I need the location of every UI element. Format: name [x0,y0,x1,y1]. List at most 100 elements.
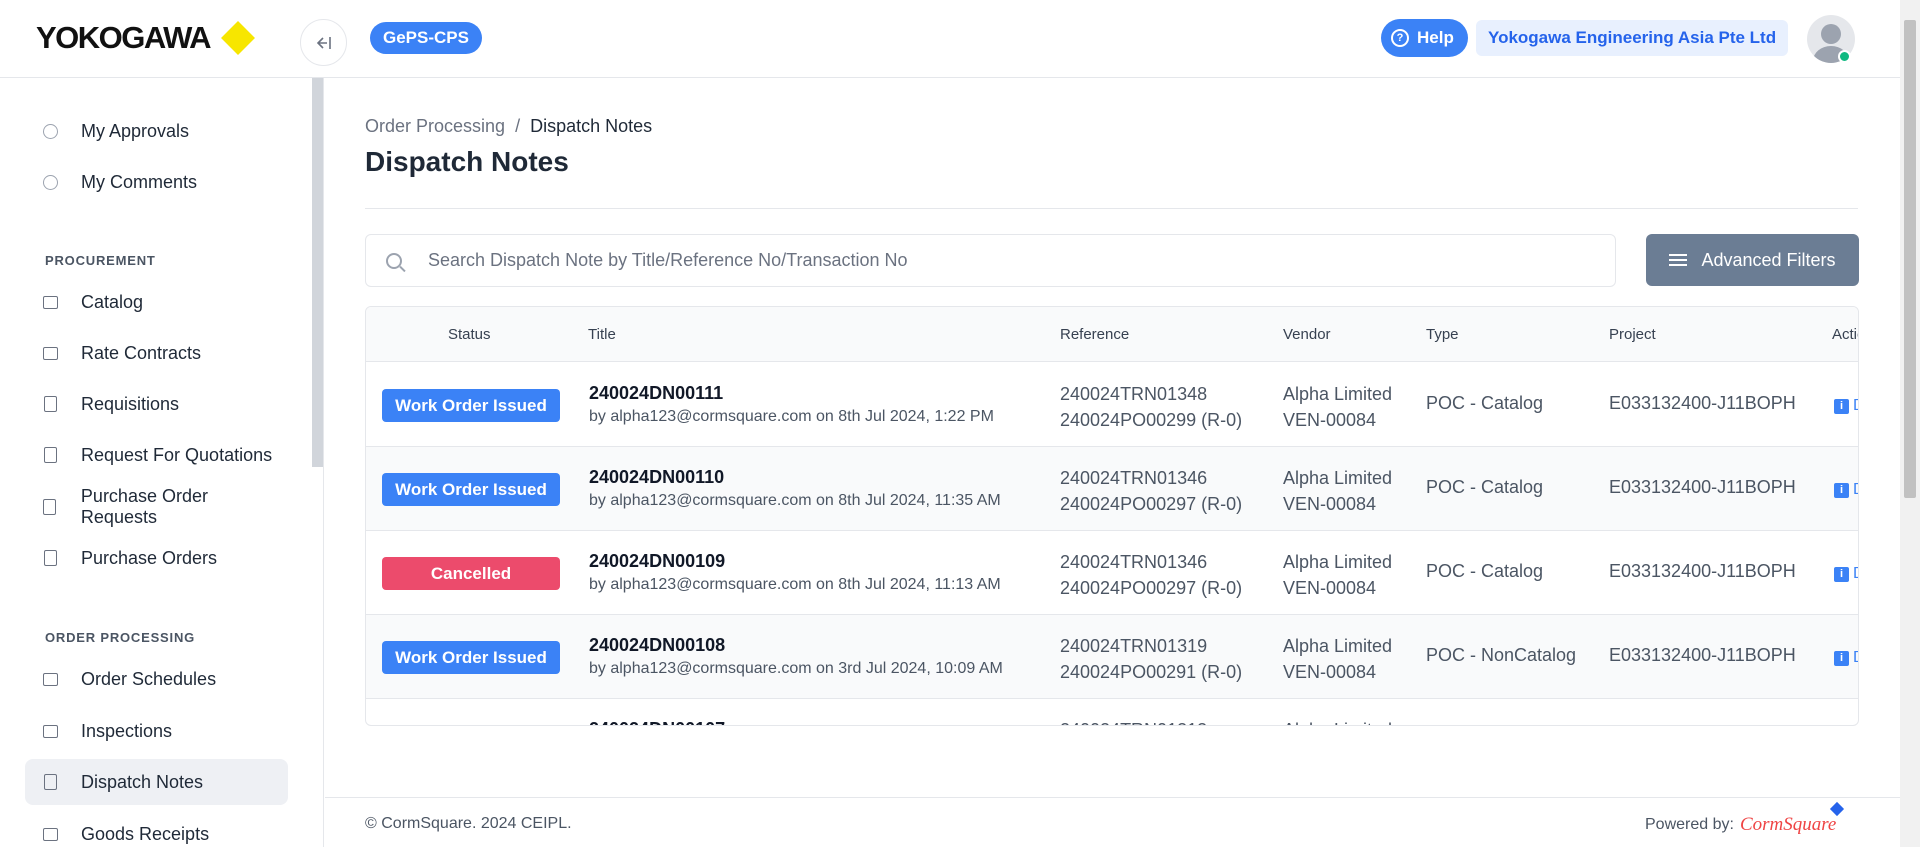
row-action-label: D [1853,565,1858,583]
table-row[interactable]: Work Order Issued240024DN00107by alpha12… [366,699,1858,725]
copyright-text: © CormSquare. 2024 CEIPL. [365,815,572,832]
app-badge[interactable]: GePS-CPS [370,22,482,54]
column-header-project[interactable]: Project [1609,326,1656,343]
row-title[interactable]: 240024DN00109 [589,551,725,572]
row-reference: 240024TRN01348 240024PO00299 (R-0) [1060,381,1242,433]
row-title[interactable]: 240024DN00110 [589,467,724,488]
sidebar-scrollbar[interactable] [312,78,323,467]
info-icon: i [1834,398,1849,414]
row-reference-transaction: 240024TRN01346 [1060,468,1208,488]
row-action-details[interactable]: iD [1834,481,1858,499]
table-row[interactable]: Work Order Issued 240024DN00110 by alpha12… [366,447,1858,531]
row-vendor-name: Alpha Limited [1283,468,1393,488]
row-type: POC - NonCatalog [1426,645,1577,665]
check-circle-icon [42,174,58,190]
row-reference: 240024TRN01346 240024PO00297 (R-0) [1060,549,1242,601]
row-vendor-code: VEN-00084 [1283,662,1377,682]
row-type: POC - Catalog [1426,561,1544,581]
sidebar-item-rate-contracts[interactable]: Rate Contracts [25,330,288,376]
main-content: Order Processing / Dispatch Notes Dispat… [325,78,1900,847]
breadcrumb-parent[interactable]: Order Processing [365,116,505,137]
column-header-status[interactable]: Status [448,326,491,343]
row-project: E033132400-J11BOPH [1609,477,1796,497]
row-reference-transaction: 240024TRN01348 [1060,384,1208,404]
row-action-details[interactable]: iD [1834,649,1858,667]
sidebar-item-my-comments[interactable]: My Comments [25,159,288,205]
sidebar-item-label: Goods Receipts [81,823,210,844]
sidebar-item-purchase-orders[interactable]: Purchase Orders [25,535,288,581]
advanced-filters-button[interactable]: Advanced Filters [1646,234,1859,286]
row-reference-transaction: 240024TRN01346 [1060,552,1208,572]
collapse-arrow-icon [316,36,331,49]
help-button[interactable]: ? Help [1381,19,1468,57]
sidebar-item-my-approvals[interactable]: My Approvals [25,108,288,154]
row-action-details[interactable]: iD [1834,565,1858,583]
sidebar-item-catalog[interactable]: Catalog [25,279,288,325]
page-title: Dispatch Notes [365,146,569,177]
chart-doc-icon [42,550,58,566]
row-reference: 240024TRN01346 240024PO00297 (R-0) [1060,465,1242,517]
row-vendor: Alpha Limited VEN-00084 [1283,381,1392,433]
info-icon: i [1834,566,1849,582]
company-selector[interactable]: Yokogawa Engineering Asia Pte Ltd [1476,20,1789,56]
row-reference-po: 240024PO00297 (R-0) [1060,578,1243,598]
row-project: E033132400-J11BOPH [1609,393,1796,413]
table-row[interactable]: Work Order Issued 240024DN00111 by alpha12… [366,363,1858,447]
row-reference: 240024TRN01313240024PO00290 (R-1) [1060,717,1242,725]
row-vendor: Alpha Limited VEN-00084 [1283,549,1392,601]
sidebar-item-request-for-quotations[interactable]: Request For Quotations [25,432,288,478]
page-scrollbar-thumb[interactable] [1904,20,1916,498]
sidebar-item-label: Purchase Orders [81,547,218,568]
online-status-dot [1838,50,1851,63]
row-project: E033132400-J11BOPH [1609,561,1796,581]
column-header-reference[interactable]: Reference [1060,326,1129,343]
row-title[interactable]: 240024DN00107 [589,719,725,725]
status-badge: Cancelled [382,557,560,590]
column-header-type[interactable]: Type [1426,326,1459,343]
column-header-vendor[interactable]: Vendor [1283,326,1331,343]
sidebar-item-label: Inspections [81,720,173,741]
row-title[interactable]: 240024DN00111 [589,383,723,404]
column-header-title[interactable]: Title [588,326,616,343]
collapse-sidebar-button[interactable] [300,19,347,66]
status-badge: Work Order Issued [382,389,560,422]
table-row[interactable]: Work Order Issued 240024DN00108 by alpha12… [366,615,1858,699]
sidebar-item-label: Order Schedules [81,668,217,689]
row-vendor-code: VEN-00084 [1283,578,1377,598]
row-type: POC - Catalog [1426,393,1544,413]
logo-text: YOKOGAWA [36,20,212,55]
sidebar-item-dispatch-notes[interactable]: Dispatch Notes [25,759,288,805]
sidebar-item-label: Rate Contracts [81,342,202,363]
sidebar-item-purchase-order-requests[interactable]: Purchase Order Requests [25,484,288,530]
row-title[interactable]: 240024DN00108 [589,635,725,656]
row-type: POC - Catalog [1426,477,1544,497]
document-icon [42,499,58,515]
sidebar-item-inspections[interactable]: Inspections [25,708,288,754]
row-action-details[interactable]: iD [1834,397,1858,415]
sidebar-item-order-schedules[interactable]: Order Schedules [25,656,288,702]
footer: © CormSquare. 2024 CEIPL. Powered by: Co… [325,797,1900,847]
table-row[interactable]: Cancelled 240024DN00109 by alpha123@cormsq… [366,531,1858,615]
check-circle-icon [42,123,58,139]
search-input[interactable] [428,250,1578,271]
dispatch-notes-table: Status Title Reference Vendor Type Proje… [365,306,1859,726]
sidebar: My Approvals My Comments PROCUREMENT Cat… [0,78,324,847]
cormsquare-logo[interactable]: CormSquare [1740,801,1845,836]
row-project: E033132400-J11BOPH [1609,645,1796,665]
status-badge: Work Order Issued [382,641,560,674]
row-created-by: by alpha123@cormsquare.com on 3rd Jul 20… [589,660,1003,677]
row-created-by: by alpha123@cormsquare.com on 8th Jul 20… [589,492,1001,509]
sidebar-item-goods-receipts[interactable]: Goods Receipts [25,811,288,847]
document-icon [42,447,58,463]
divider [365,208,1858,209]
row-vendor-name: Alpha Limited [1283,384,1393,404]
sidebar-item-requisitions[interactable]: Requisitions [25,381,288,427]
row-vendor-code: VEN-00084 [1283,410,1377,430]
yokogawa-logo[interactable]: YOKOGAWA [36,20,255,56]
search-box[interactable] [365,234,1616,287]
column-header-actions: Actio [1832,326,1858,343]
page-scrollbar[interactable] [1900,0,1920,847]
sidebar-item-label: Requisitions [81,393,180,414]
sidebar-item-label: My Comments [81,171,198,192]
help-label: Help [1417,28,1454,47]
